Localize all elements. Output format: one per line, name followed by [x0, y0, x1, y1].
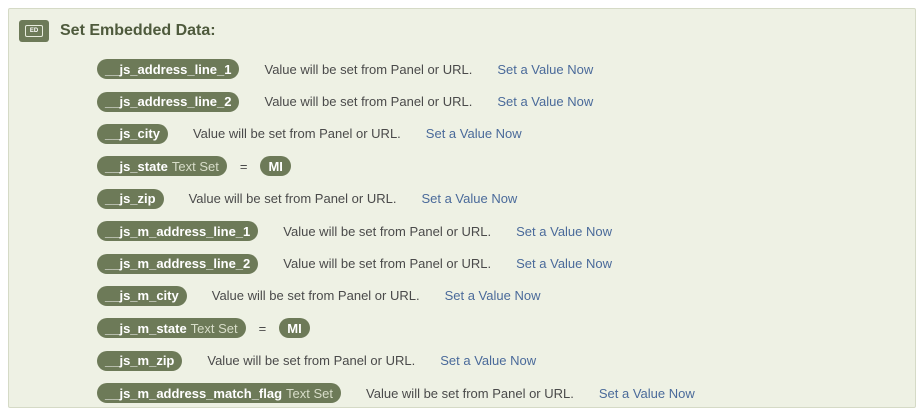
embedded-data-panel: ED Set Embedded Data: __js_address_line_…: [8, 8, 916, 408]
embedded-data-row: __js_m_state Text Set = MI: [97, 312, 695, 344]
set-value-now-link[interactable]: Set a Value Now: [445, 288, 541, 303]
field-name: __js_m_city: [105, 288, 179, 304]
field-type-label: Text Set: [286, 385, 334, 401]
field-value-pill[interactable]: MI: [279, 318, 310, 339]
field-name: __js_address_line_1: [105, 61, 232, 77]
field-name-pill[interactable]: __js_m_address_line_1: [97, 221, 259, 242]
field-name-pill[interactable]: __js_address_line_1: [97, 59, 240, 80]
value-description: Value will be set from Panel or URL.: [211, 288, 420, 304]
field-name-pill[interactable]: __js_m_address_match_flag Text Set: [97, 383, 342, 404]
field-name-pill[interactable]: __js_m_state Text Set: [97, 318, 246, 339]
embedded-data-list: __js_address_line_1 Value will be set fr…: [97, 53, 695, 409]
field-name-pill[interactable]: __js_zip: [97, 188, 164, 209]
value-description: Value will be set from Panel or URL.: [283, 223, 492, 239]
equals-sign: =: [258, 320, 267, 336]
embedded-data-row: __js_address_line_1 Value will be set fr…: [97, 53, 695, 85]
value-description: Value will be set from Panel or URL.: [188, 191, 397, 207]
embedded-data-icon: ED: [19, 20, 49, 42]
embedded-data-row: __js_m_zip Value will be set from Panel …: [97, 345, 695, 377]
embedded-data-row: __js_m_address_line_2 Value will be set …: [97, 247, 695, 279]
field-value-pill[interactable]: MI: [260, 156, 291, 177]
field-name: __js_m_address_match_flag: [105, 385, 283, 401]
embedded-data-row: __js_address_line_2 Value will be set fr…: [97, 85, 695, 117]
value-description: Value will be set from Panel or URL.: [207, 353, 416, 369]
field-name: __js_m_state: [105, 320, 187, 336]
embedded-data-row: __js_m_address_match_flag Text Set Value …: [97, 377, 695, 409]
embedded-data-row: __js_m_city Value will be set from Panel…: [97, 280, 695, 312]
field-name: __js_m_zip: [105, 353, 175, 369]
field-name-pill[interactable]: __js_city: [97, 123, 168, 144]
set-value-now-link[interactable]: Set a Value Now: [497, 62, 593, 77]
field-name: __js_m_address_line_1: [105, 223, 251, 239]
field-type-label: Text Set: [190, 320, 238, 336]
field-name-pill[interactable]: __js_m_zip: [97, 350, 183, 371]
set-value-now-link[interactable]: Set a Value Now: [440, 353, 536, 368]
set-value-now-link[interactable]: Set a Value Now: [516, 224, 612, 239]
field-name-pill[interactable]: __js_address_line_2: [97, 91, 240, 112]
field-name: __js_address_line_2: [105, 94, 232, 110]
panel-header: ED Set Embedded Data:: [19, 19, 216, 43]
panel-title: Set Embedded Data:: [60, 22, 216, 39]
embedded-data-row: __js_city Value will be set from Panel o…: [97, 118, 695, 150]
value-description: Value will be set from Panel or URL.: [366, 385, 574, 401]
embedded-data-row: __js_state Text Set = MI: [97, 150, 695, 182]
set-value-now-link[interactable]: Set a Value Now: [497, 94, 593, 109]
value-description: Value will be set from Panel or URL.: [264, 94, 473, 110]
embedded-data-icon-label: ED: [25, 25, 43, 37]
set-value-now-link[interactable]: Set a Value Now: [426, 126, 522, 141]
value-description: Value will be set from Panel or URL.: [283, 256, 492, 272]
field-name: __js_m_address_line_2: [105, 256, 251, 272]
value-description: Value will be set from Panel or URL.: [192, 126, 401, 142]
set-value-now-link[interactable]: Set a Value Now: [421, 191, 517, 206]
field-name: __js_zip: [105, 191, 156, 207]
field-name: __js_city: [105, 126, 160, 142]
field-type-label: Text Set: [171, 158, 219, 174]
set-value-now-link[interactable]: Set a Value Now: [516, 256, 612, 271]
equals-sign: =: [239, 158, 248, 174]
set-value-now-link[interactable]: Set a Value Now: [599, 386, 695, 401]
embedded-data-row: __js_m_address_line_1 Value will be set …: [97, 215, 695, 247]
field-name: __js_state: [105, 158, 168, 174]
value-description: Value will be set from Panel or URL.: [264, 61, 473, 77]
field-name-pill[interactable]: __js_m_city: [97, 285, 187, 306]
field-name-pill[interactable]: __js_state Text Set: [97, 156, 227, 177]
field-name-pill[interactable]: __js_m_address_line_2: [97, 253, 259, 274]
embedded-data-row: __js_zip Value will be set from Panel or…: [97, 183, 695, 215]
